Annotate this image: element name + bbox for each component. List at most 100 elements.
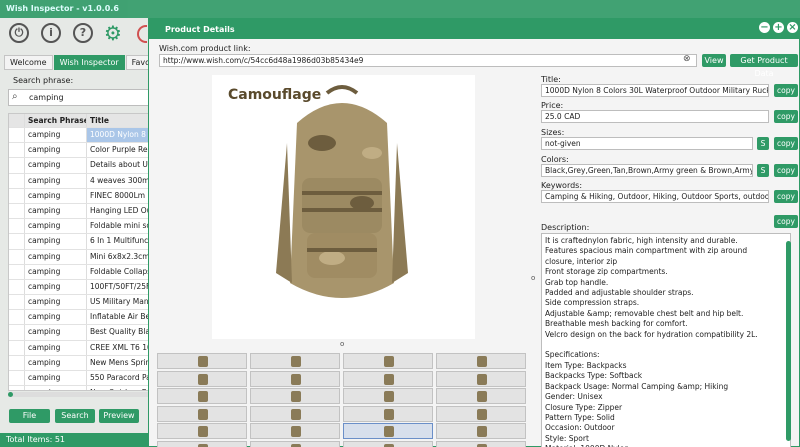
thumbnail-item[interactable] <box>343 423 433 439</box>
thumbnail-item[interactable] <box>343 388 433 404</box>
scrollbar-thumb[interactable] <box>8 392 13 397</box>
copy-keywords-button[interactable]: copy <box>774 190 798 203</box>
row-checkbox[interactable] <box>9 188 25 203</box>
row-checkbox[interactable] <box>9 249 25 264</box>
colors-field[interactable]: Black,Grey,Green,Tan,Brown,Army green & … <box>541 164 753 177</box>
thumbnail-item[interactable] <box>157 423 247 439</box>
thumbnail-item[interactable] <box>250 423 340 439</box>
power-icon[interactable]: ⏻ <box>9 23 29 43</box>
table-row[interactable]: camping4 weaves 300m pe <box>9 173 150 189</box>
row-checkbox[interactable] <box>9 310 25 325</box>
thumbnail-item[interactable] <box>250 370 340 387</box>
thumbnail-item[interactable] <box>343 353 433 369</box>
table-row[interactable]: camping Inflatable Air Bed <box>9 310 150 326</box>
maximize-icon[interactable]: + <box>773 22 784 33</box>
preview-button[interactable]: Preview <box>99 409 139 423</box>
product-link-input[interactable]: http://www.wish.com/c/54cc6d48a1986d03b8… <box>159 54 697 67</box>
copy-sizes-button[interactable]: copy <box>774 137 798 150</box>
thumbnail-item[interactable] <box>343 405 433 422</box>
row-checkbox[interactable] <box>9 234 25 249</box>
sizes-s-button[interactable]: S <box>757 137 769 150</box>
table-row[interactable]: camping Foldable mini sco <box>9 219 150 235</box>
thumbnail-item[interactable] <box>157 405 247 422</box>
table-horizontal-scrollbar[interactable] <box>8 392 151 397</box>
help-icon[interactable]: ? <box>73 23 93 43</box>
minimize-icon[interactable]: − <box>759 22 770 33</box>
table-row[interactable]: camping CREE XML T6 100 <box>9 340 150 356</box>
thumbnail-item[interactable] <box>343 370 433 387</box>
get-product-data-button[interactable]: Get Product Data <box>730 54 798 78</box>
colors-s-button[interactable]: S <box>757 164 769 177</box>
clear-link-icon[interactable]: ⊗ <box>683 54 691 64</box>
thumbnail-item[interactable] <box>436 423 526 439</box>
thumbnail-item[interactable] <box>157 440 247 447</box>
copy-colors-button[interactable]: copy <box>774 164 798 177</box>
image-pager-dot[interactable]: o <box>340 340 344 348</box>
table-row[interactable]: campingMini 6x8x2.3cm Fi <box>9 249 150 265</box>
row-checkbox[interactable] <box>9 386 25 390</box>
row-checkbox[interactable] <box>9 279 25 295</box>
keywords-field[interactable]: Camping & Hiking, Outdoor, Hiking, Outdo… <box>541 190 769 203</box>
column-header-title[interactable]: Title <box>87 114 150 127</box>
row-checkbox[interactable] <box>9 143 25 158</box>
info-icon[interactable]: i <box>41 23 61 43</box>
sizes-field[interactable]: not-given <box>541 137 753 150</box>
table-row[interactable]: camping US Military Man F <box>9 295 150 311</box>
search-button[interactable]: Search <box>55 409 95 423</box>
price-field[interactable]: 25.0 CAD <box>541 110 769 123</box>
table-row[interactable]: campingColor Purple Red C <box>9 143 150 159</box>
row-checkbox[interactable] <box>9 173 25 188</box>
view-button[interactable]: View <box>702 54 726 67</box>
splitter-handle[interactable]: o <box>531 274 535 282</box>
tab-wish-inspector[interactable]: Wish Inspector <box>53 55 125 70</box>
table-row[interactable]: camping New Mens Spring <box>9 355 150 371</box>
row-checkbox[interactable] <box>9 340 25 355</box>
thumbnail-item[interactable] <box>157 370 247 387</box>
row-checkbox[interactable] <box>9 264 25 279</box>
row-checkbox[interactable] <box>9 355 25 370</box>
tab-welcome[interactable]: Welcome <box>4 55 53 70</box>
table-row[interactable]: camping6 In 1 Multifunctic <box>9 234 150 250</box>
row-checkbox[interactable] <box>9 203 25 219</box>
table-row[interactable]: camping550 Paracord Para <box>9 371 150 387</box>
row-checkbox[interactable] <box>9 219 25 234</box>
table-row[interactable]: campingHanging LED Outd <box>9 203 150 220</box>
thumbnail-item[interactable] <box>250 405 340 422</box>
copy-price-button[interactable]: copy <box>774 110 798 123</box>
table-row[interactable]: campingNew Outdoor Bac <box>9 386 150 390</box>
thumbnail-item[interactable] <box>436 370 526 387</box>
thumbnail-item[interactable] <box>250 353 340 369</box>
thumbnail-item[interactable] <box>436 440 526 447</box>
description-field[interactable]: It is craftednylon fabric, high intensit… <box>541 233 791 447</box>
close-icon[interactable]: × <box>787 22 798 33</box>
thumbnail-item[interactable] <box>436 405 526 422</box>
close-circle-icon[interactable] <box>137 25 147 43</box>
thumbnail-item[interactable] <box>250 440 340 447</box>
copy-description-button[interactable]: copy <box>774 215 798 228</box>
thumbnail-item[interactable] <box>343 440 433 447</box>
gear-icon[interactable]: ⚙ <box>104 22 122 44</box>
row-checkbox[interactable] <box>9 325 25 340</box>
thumbnail-item[interactable] <box>436 388 526 404</box>
column-header-search-phrase[interactable]: Search Phrase <box>25 114 87 127</box>
row-checkbox[interactable] <box>9 158 25 173</box>
description-scrollbar[interactable] <box>786 241 791 441</box>
thumbnail-item[interactable] <box>157 353 247 369</box>
table-row[interactable]: camping 100FT/50FT/25FT <box>9 279 150 296</box>
search-input[interactable]: camping <box>8 89 151 106</box>
thumbnail-item[interactable] <box>436 353 526 369</box>
table-row[interactable]: camping1000D Nylon 8 Co <box>9 128 150 144</box>
row-checkbox[interactable] <box>9 295 25 310</box>
table-row[interactable]: campingBest Quality Black <box>9 325 150 341</box>
file-button[interactable]: File <box>9 409 50 423</box>
table-row[interactable]: camping Details about Uni <box>9 158 150 174</box>
thumbnail-image <box>384 356 394 367</box>
thumbnail-item[interactable] <box>250 388 340 404</box>
row-checkbox[interactable] <box>9 371 25 386</box>
thumbnail-item[interactable] <box>157 388 247 404</box>
row-checkbox[interactable] <box>9 128 25 143</box>
table-row[interactable]: campingFINEC 8000Lm 3 L <box>9 188 150 204</box>
table-row[interactable]: camping Foldable Collapsit <box>9 264 150 280</box>
title-field[interactable]: 1000D Nylon 8 Colors 30L Waterproof Outd… <box>541 84 769 97</box>
copy-title-button[interactable]: copy <box>774 84 798 97</box>
